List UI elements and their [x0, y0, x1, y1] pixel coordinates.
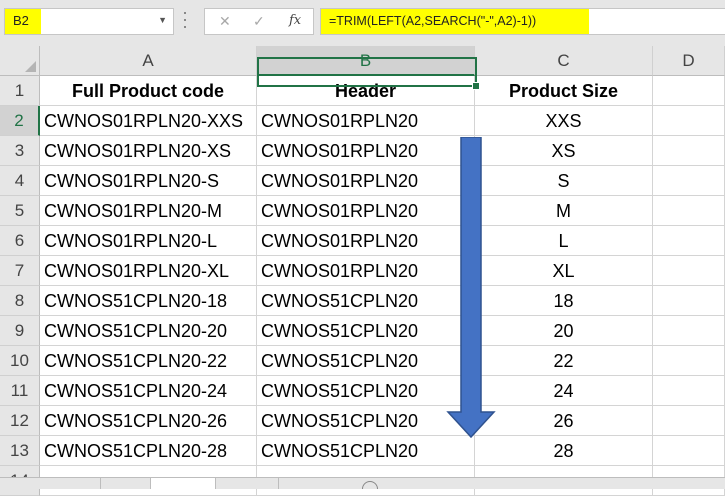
cell-product-size[interactable]: 18	[475, 286, 653, 316]
name-box-value: B2	[13, 13, 29, 28]
cell-header[interactable]: CWNOS01RPLN20	[257, 196, 475, 226]
table-cell[interactable]	[653, 256, 725, 286]
table-cell[interactable]	[653, 166, 725, 196]
formula-bar-area: B2 ▼ ✕ ✓ fx =TRIM(LEFT(A2,SEARCH("-",A2)…	[0, 0, 725, 46]
table-cell[interactable]	[653, 406, 725, 436]
table-cell[interactable]	[653, 196, 725, 226]
row-header[interactable]: 13	[0, 436, 40, 466]
table-cell[interactable]	[653, 346, 725, 376]
cell-product-size[interactable]: XL	[475, 256, 653, 286]
row-header[interactable]: 9	[0, 316, 40, 346]
cell-product-size[interactable]: 22	[475, 346, 653, 376]
row-header[interactable]: 7	[0, 256, 40, 286]
cell-header[interactable]: CWNOS51CPLN20	[257, 286, 475, 316]
cell-header[interactable]: CWNOS01RPLN20	[257, 226, 475, 256]
formula-buttons: ✕ ✓ fx	[204, 8, 314, 35]
column-header-c[interactable]: C	[475, 46, 653, 76]
enter-checkmark-icon[interactable]: ✓	[253, 13, 265, 30]
column-header-b[interactable]: B	[257, 46, 475, 76]
cell-product-size[interactable]: 28	[475, 436, 653, 466]
header-cell-product-size[interactable]: Product Size	[475, 76, 653, 106]
cell-product-code[interactable]: CWNOS01RPLN20-XXS	[40, 106, 257, 136]
row-header[interactable]: 12	[0, 406, 40, 436]
row-header[interactable]: 10	[0, 346, 40, 376]
table-cell[interactable]	[653, 136, 725, 166]
cell-header[interactable]: CWNOS51CPLN20	[257, 376, 475, 406]
fill-handle[interactable]	[472, 82, 480, 90]
row-header[interactable]: 8	[0, 286, 40, 316]
cell-product-code[interactable]: CWNOS01RPLN20-M	[40, 196, 257, 226]
cell-product-size[interactable]: 20	[475, 316, 653, 346]
table-cell[interactable]	[653, 76, 725, 106]
cell-header[interactable]: CWNOS51CPLN20	[257, 406, 475, 436]
row-header[interactable]: 4	[0, 166, 40, 196]
sheet-tab[interactable]	[280, 478, 340, 489]
cell-header[interactable]: CWNOS01RPLN20	[257, 256, 475, 286]
cell-product-code[interactable]: CWNOS01RPLN20-XS	[40, 136, 257, 166]
cell-header[interactable]: CWNOS51CPLN20	[257, 316, 475, 346]
row-header[interactable]: 6	[0, 226, 40, 256]
cell-header[interactable]: CWNOS01RPLN20	[257, 136, 475, 166]
sheet-tab[interactable]	[214, 478, 279, 489]
cell-product-code[interactable]: CWNOS51CPLN20-20	[40, 316, 257, 346]
cell-product-code[interactable]: CWNOS01RPLN20-XL	[40, 256, 257, 286]
sheet-tab-active[interactable]	[150, 478, 216, 489]
table-cell[interactable]	[653, 436, 725, 466]
row-header[interactable]: 11	[0, 376, 40, 406]
cell-product-size[interactable]: XXS	[475, 106, 653, 136]
row-header[interactable]: 1	[0, 76, 40, 106]
down-arrow-shape	[446, 137, 496, 439]
cell-product-size[interactable]: 24	[475, 376, 653, 406]
cell-product-size[interactable]: 26	[475, 406, 653, 436]
table-cell[interactable]	[653, 286, 725, 316]
drag-handle-icon[interactable]	[183, 12, 187, 34]
table-cell[interactable]	[653, 106, 725, 136]
select-all-button[interactable]	[0, 46, 40, 76]
cell-header[interactable]: CWNOS51CPLN20	[257, 346, 475, 376]
cell-product-code[interactable]: CWNOS51CPLN20-18	[40, 286, 257, 316]
cell-header[interactable]: CWNOS01RPLN20	[257, 106, 475, 136]
cell-header[interactable]: CWNOS01RPLN20	[257, 166, 475, 196]
header-cell-full-product-code[interactable]: Full Product code	[40, 76, 257, 106]
table-cell[interactable]	[653, 316, 725, 346]
cell-product-size[interactable]: S	[475, 166, 653, 196]
row-header[interactable]: 5	[0, 196, 40, 226]
cell-product-code[interactable]: CWNOS51CPLN20-24	[40, 376, 257, 406]
formula-text: =TRIM(LEFT(A2,SEARCH("-",A2)-1))	[329, 14, 537, 28]
column-header-a[interactable]: A	[40, 46, 257, 76]
table-cell[interactable]	[653, 226, 725, 256]
cell-product-code[interactable]: CWNOS01RPLN20-S	[40, 166, 257, 196]
cell-product-size[interactable]: L	[475, 226, 653, 256]
cell-product-code[interactable]: CWNOS51CPLN20-26	[40, 406, 257, 436]
row-header[interactable]: 2	[0, 106, 40, 136]
cell-product-size[interactable]: M	[475, 196, 653, 226]
down-arrow-shape-body	[446, 137, 496, 439]
name-box[interactable]: B2 ▼	[4, 8, 174, 35]
chevron-down-icon[interactable]: ▼	[158, 15, 167, 25]
formula-input[interactable]: =TRIM(LEFT(A2,SEARCH("-",A2)-1))	[320, 8, 725, 35]
cell-product-code[interactable]: CWNOS51CPLN20-22	[40, 346, 257, 376]
cell-product-code[interactable]: CWNOS51CPLN20-28	[40, 436, 257, 466]
header-cell-header[interactable]: Header	[257, 76, 475, 106]
cell-product-code[interactable]: CWNOS01RPLN20-L	[40, 226, 257, 256]
cell-header[interactable]: CWNOS51CPLN20	[257, 436, 475, 466]
sheet-tab[interactable]	[100, 478, 151, 489]
insert-function-icon[interactable]: fx	[289, 13, 301, 28]
cancel-icon[interactable]: ✕	[219, 13, 231, 30]
sheet-tabs-bar	[0, 477, 725, 489]
cell-product-size[interactable]: XS	[475, 136, 653, 166]
column-header-d[interactable]: D	[653, 46, 725, 76]
table-cell[interactable]	[653, 376, 725, 406]
row-header[interactable]: 3	[0, 136, 40, 166]
